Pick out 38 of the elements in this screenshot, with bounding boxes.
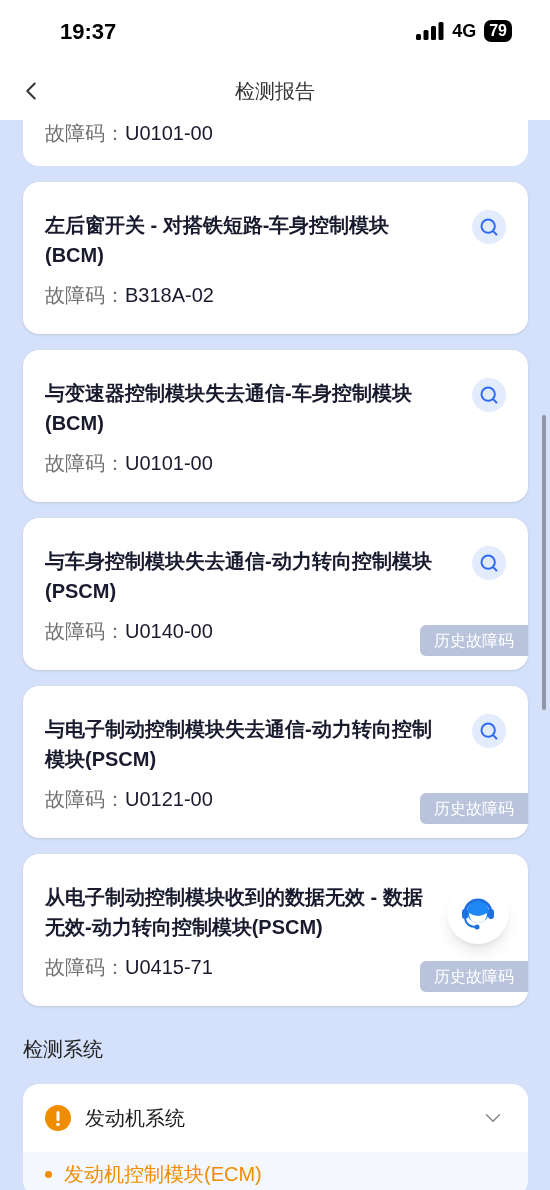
fault-code: U0101-00 [125, 451, 213, 476]
network-label: 4G [452, 19, 477, 43]
fault-code: U0415-71 [125, 955, 213, 980]
code-label: 故障码： [45, 787, 125, 812]
history-tag: 历史故障码 [420, 625, 528, 656]
search-icon [479, 217, 499, 237]
history-tag: 历史故障码 [420, 793, 528, 824]
fault-title: 与电子制动控制模块失去通信-动力转向控制模块(PSCM) [45, 717, 433, 772]
search-button[interactable] [472, 210, 506, 244]
code-label: 故障码： [45, 619, 125, 644]
module-name: 发动机控制模块(ECM) [64, 1162, 262, 1187]
fault-code: B318A-02 [125, 283, 214, 308]
code-label: 故障码： [45, 121, 125, 146]
code-label: 故障码： [45, 955, 125, 980]
search-icon [479, 553, 499, 573]
battery-indicator: 79 [484, 20, 512, 42]
code-label: 故障码： [45, 451, 125, 476]
search-button[interactable] [472, 546, 506, 580]
fault-title: 与变速器控制模块失去通信-车身控制模块(BCM) [45, 381, 413, 436]
fault-code: U0121-00 [125, 787, 213, 812]
page-title: 检测报告 [235, 79, 315, 104]
section-heading: 检测系统 [22, 1037, 104, 1062]
code-label: 故障码： [45, 283, 125, 308]
search-button[interactable] [472, 714, 506, 748]
fault-code: U0140-00 [125, 619, 213, 644]
status-time: 19:37 [60, 17, 117, 46]
search-button[interactable] [472, 378, 506, 412]
fault-title: 与车身控制模块失去通信-动力转向控制模块(PSCM) [45, 549, 433, 604]
search-icon [479, 385, 499, 405]
system-name: 发动机系统 [85, 1106, 186, 1131]
search-icon [479, 721, 499, 741]
fault-title: 从电子制动控制模块收到的数据无效 - 数据无效-动力转向控制模块(PSCM) [45, 885, 424, 940]
bullet-icon [45, 1170, 52, 1178]
fault-title: 左后窗开关 - 对搭铁短路-车身控制模块(BCM) [45, 213, 391, 268]
fault-code: U0101-00 [125, 121, 213, 146]
system-row[interactable]: 发动机系统 [23, 1084, 528, 1152]
history-tag: 历史故障码 [420, 961, 528, 992]
signal-icon [416, 22, 445, 40]
